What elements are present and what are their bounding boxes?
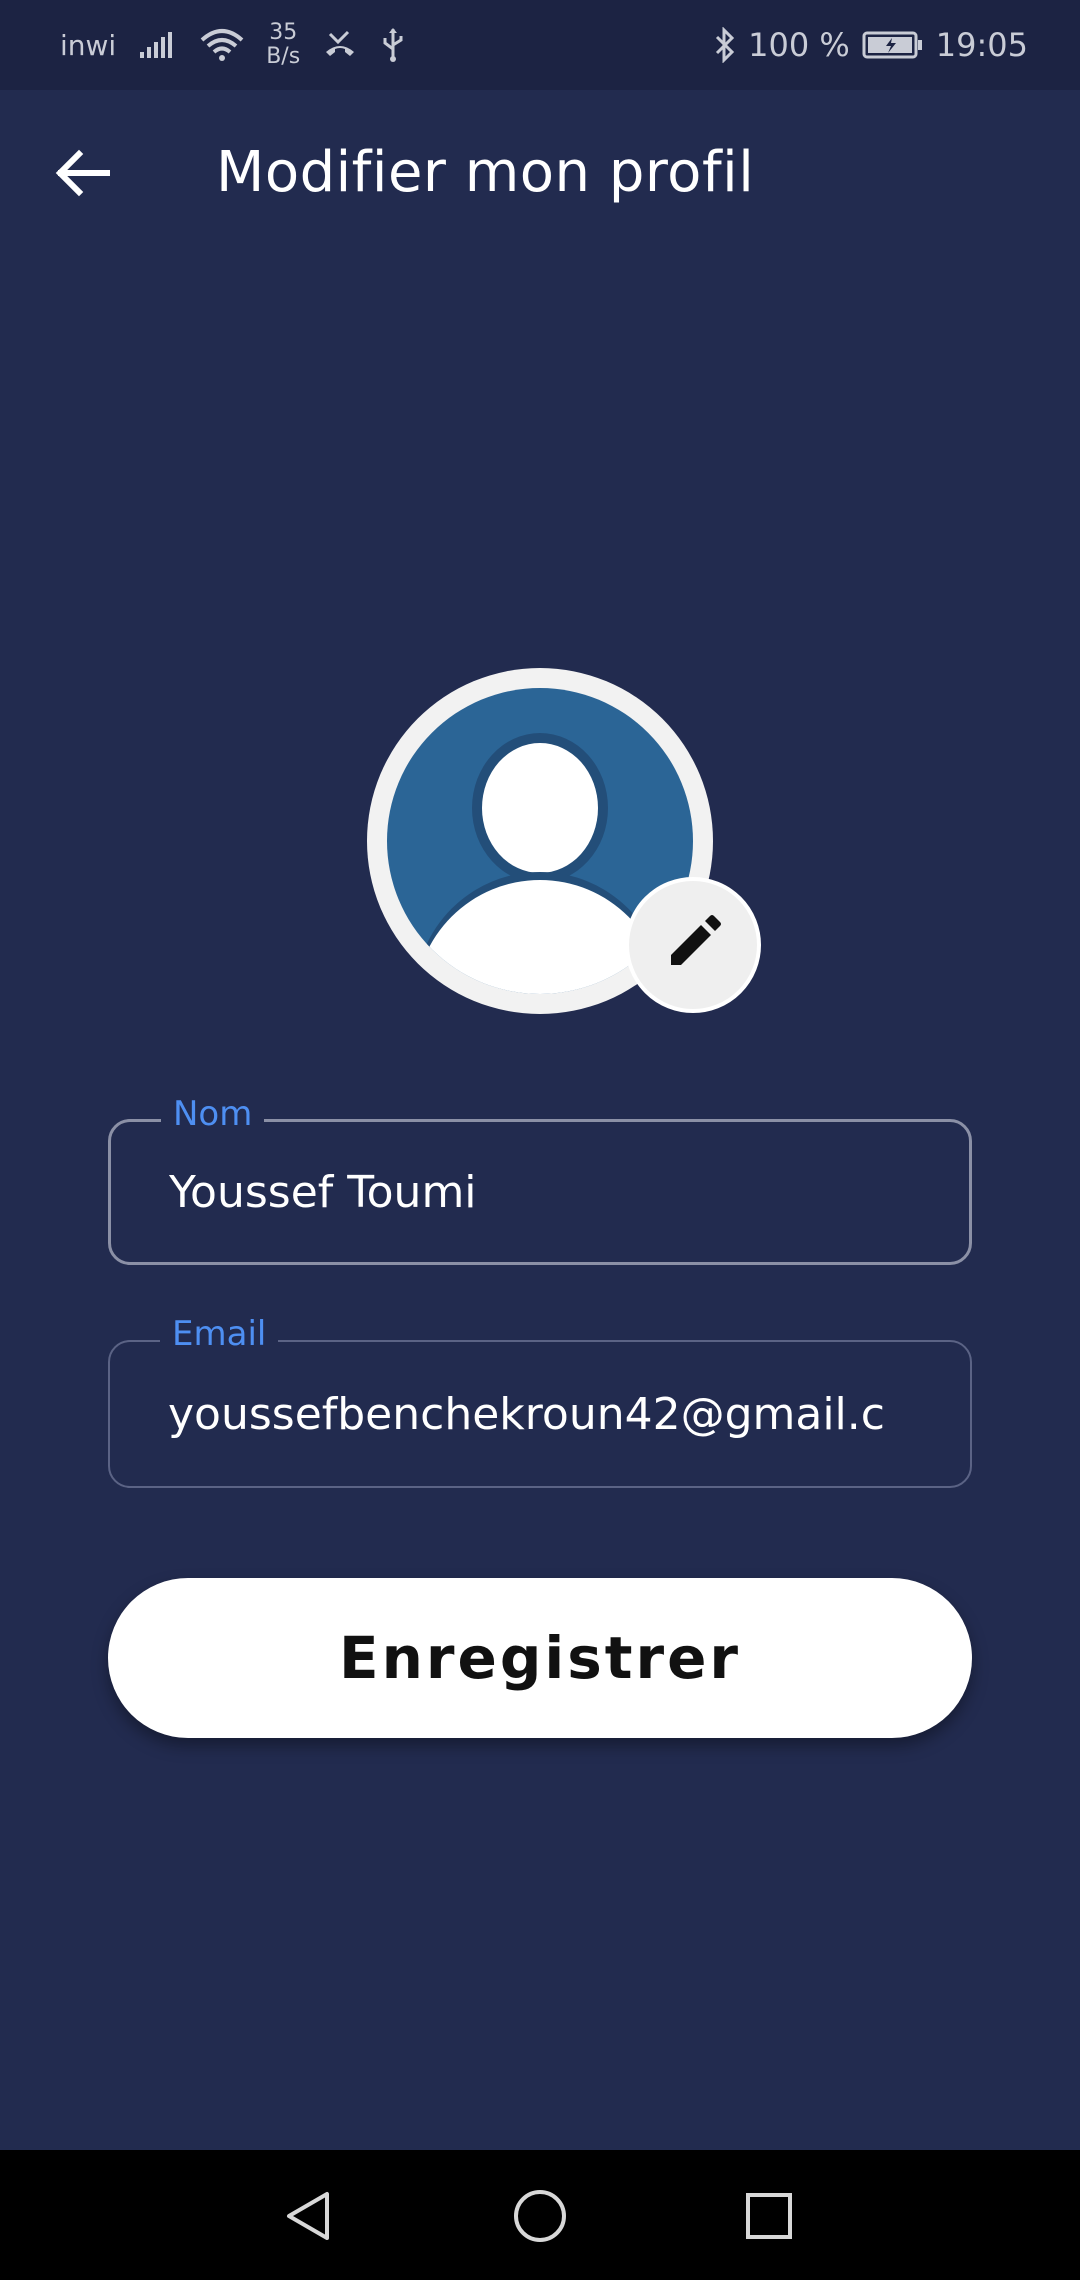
status-bar: inwi 35 B/s 100 % 19:05 xyxy=(0,0,1080,90)
name-input[interactable]: Youssef Toumi xyxy=(169,1122,949,1262)
save-button[interactable]: Enregistrer xyxy=(108,1578,972,1738)
email-input[interactable]: youssefbenchekroun42@gmail.c xyxy=(168,1342,948,1486)
email-field[interactable]: Email youssefbenchekroun42@gmail.c xyxy=(108,1314,972,1488)
arrow-left-icon xyxy=(55,149,111,201)
nav-home-button[interactable] xyxy=(500,2178,580,2258)
back-button[interactable] xyxy=(40,132,126,218)
wifi-icon xyxy=(200,28,244,62)
battery-percent: 100 % xyxy=(748,26,850,64)
status-bar-right: 100 % 19:05 xyxy=(714,0,1028,90)
square-recents-icon xyxy=(743,2190,795,2246)
clock: 19:05 xyxy=(935,26,1028,64)
edit-avatar-button[interactable] xyxy=(625,877,761,1013)
pencil-icon xyxy=(663,913,723,977)
carrier-name: inwi xyxy=(60,28,117,62)
nav-back-button[interactable] xyxy=(269,2178,349,2258)
status-bar-left: inwi 35 B/s xyxy=(60,0,406,90)
battery-charging-icon xyxy=(862,30,924,60)
avatar-head xyxy=(482,743,598,873)
missed-call-icon xyxy=(322,30,358,60)
name-field[interactable]: Nom Youssef Toumi xyxy=(108,1094,972,1265)
circle-home-icon xyxy=(512,2188,568,2248)
signal-icon xyxy=(138,30,178,60)
network-speed: 35 B/s xyxy=(266,21,300,69)
nav-recents-button[interactable] xyxy=(729,2178,809,2258)
app-bar: Modifier mon profil xyxy=(0,90,1080,255)
usb-icon xyxy=(380,27,406,63)
page-title: Modifier mon profil xyxy=(216,140,755,205)
triangle-back-icon xyxy=(281,2188,337,2248)
network-speed-unit: B/s xyxy=(266,44,301,69)
navigation-bar xyxy=(0,2150,1080,2280)
bluetooth-icon xyxy=(714,27,736,63)
network-speed-value: 35 xyxy=(269,20,298,45)
